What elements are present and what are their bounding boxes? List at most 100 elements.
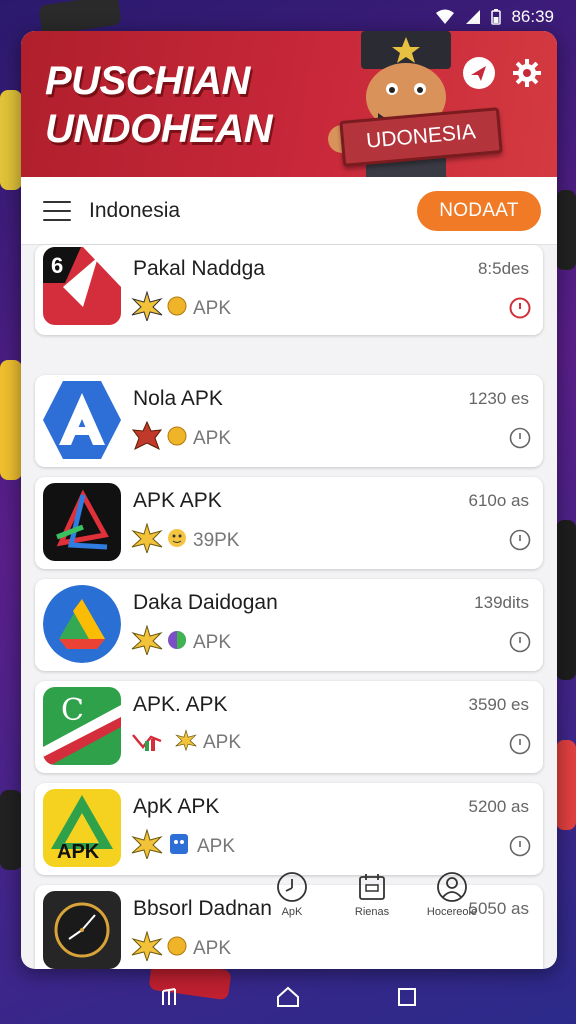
app-subtitle: APK <box>131 624 232 660</box>
tab-rienas[interactable]: Rienas <box>337 871 407 931</box>
banner-title-line1: PUSCHIAN <box>45 59 250 103</box>
app-size: 5200 as <box>468 797 530 816</box>
globe-icon <box>167 630 187 655</box>
app-name: APK APK <box>133 489 222 512</box>
square-icon <box>397 988 416 1006</box>
badge-chart-icon <box>131 727 171 758</box>
badge-star-icon <box>131 624 163 660</box>
clock-icon[interactable] <box>509 631 531 653</box>
alert-clock-icon[interactable] <box>509 297 531 319</box>
tab-hocereole[interactable]: Hocereole <box>417 871 487 931</box>
system-navigation-bar <box>0 970 576 1024</box>
background-card <box>556 740 576 830</box>
home-icon <box>276 986 299 1007</box>
clock-icon[interactable] <box>509 835 531 857</box>
banner-title-line2: UNDOHEAN <box>45 107 273 151</box>
tab-label: Rienas <box>354 906 390 918</box>
app-type: APK <box>193 937 232 959</box>
tab-label: Hocereole <box>426 906 478 918</box>
app-icon-apk-c: C <box>43 687 121 765</box>
list-item[interactable]: 6 Pakal Naddga APK 8:5des <box>35 245 543 335</box>
app-window: PUSCHIAN UNDOHEAN UDONESIA Indonesia NOD… <box>21 31 557 969</box>
signal-icon <box>465 9 481 25</box>
app-name: Pakal Naddga <box>133 257 265 280</box>
app-type: APK <box>197 835 236 857</box>
battery-icon <box>491 9 502 25</box>
badge-star-icon <box>131 930 163 966</box>
tab-apk[interactable]: ApK <box>257 871 327 931</box>
app-icon-apk-yellow: APK <box>43 789 121 867</box>
app-subtitle: 39PK <box>131 522 240 558</box>
app-subtitle: APK <box>131 290 232 326</box>
app-size: 610o as <box>468 491 530 510</box>
badge-burst-icon <box>131 290 163 326</box>
list-item[interactable]: APK APK 39PK 610o as <box>35 477 543 569</box>
app-icon-apk <box>43 483 121 561</box>
app-icon-text: APK <box>57 841 100 863</box>
app-size: 3590 es <box>468 695 530 714</box>
bottom-tab-bar: ApK Rienas Hocereole <box>257 871 487 931</box>
app-icon-bbsorl <box>43 891 121 969</box>
background-card <box>0 790 22 870</box>
app-type: APK <box>193 297 232 319</box>
app-name: APK. APK <box>133 693 228 716</box>
list-item[interactable]: Daka Daidogan APK 139dits <box>35 579 543 671</box>
region-label[interactable]: Indonesia <box>89 199 180 223</box>
app-subtitle: APK <box>131 727 241 758</box>
clock-icon[interactable] <box>509 427 531 449</box>
download-button[interactable]: NODAAT <box>417 191 541 231</box>
app-name: ApK APK <box>133 795 220 818</box>
app-type: APK <box>203 731 242 753</box>
app-icon-nola <box>43 381 121 459</box>
tab-label: ApK <box>281 906 303 918</box>
calendar-icon <box>359 874 385 900</box>
app-name: Daka Daidogan <box>133 591 278 614</box>
app-size: 1230 es <box>468 389 530 408</box>
clock-icon[interactable] <box>509 733 531 755</box>
app-icon-number: 6 <box>51 253 64 278</box>
background-card <box>0 360 22 480</box>
settings-gear-icon[interactable] <box>509 55 545 91</box>
banner-title: PUSCHIAN UNDOHEAN <box>45 57 335 153</box>
toolbar: Indonesia NODAAT <box>21 177 557 245</box>
app-subtitle: APK <box>131 930 232 966</box>
share-icon[interactable] <box>461 55 497 91</box>
badge-leaf-icon <box>131 420 163 456</box>
recent-apps-button[interactable] <box>149 977 189 1017</box>
list-item[interactable]: C APK. APK APK 3590 es <box>35 681 543 773</box>
app-type: 39PK <box>193 529 240 551</box>
coin-icon <box>167 426 187 451</box>
app-icon-daka <box>43 585 121 663</box>
robot-icon <box>167 831 191 862</box>
profile-icon <box>437 872 467 902</box>
app-type: APK <box>193 427 232 449</box>
home-button[interactable] <box>268 977 308 1017</box>
list-item[interactable]: APK ApK APK APK 5200 as <box>35 783 543 875</box>
background-card <box>556 190 576 270</box>
status-bar: 86:39 <box>0 0 576 34</box>
background-card <box>556 520 576 680</box>
wifi-icon <box>435 9 455 25</box>
app-icon-letter: C <box>61 693 84 728</box>
clock-icon[interactable] <box>509 529 531 551</box>
app-subtitle: APK <box>131 828 236 864</box>
recents-icon <box>162 988 177 1005</box>
app-icon-pakal: 6 <box>43 247 121 325</box>
app-size: 8:5des <box>477 259 529 278</box>
app-name: Nola APK <box>133 387 223 410</box>
background-card <box>0 90 22 190</box>
status-time: 86:39 <box>511 7 554 26</box>
clock-icon <box>277 872 307 902</box>
badge-star-icon <box>131 522 163 558</box>
app-subtitle: APK <box>131 420 232 456</box>
badge-star-icon <box>175 729 197 756</box>
coin-icon <box>167 936 187 961</box>
list-item[interactable]: Nola APK APK 1230 es <box>35 375 543 467</box>
back-button[interactable] <box>387 977 427 1017</box>
app-type: APK <box>193 631 232 653</box>
coin-icon <box>167 296 187 321</box>
hamburger-menu-icon[interactable] <box>43 200 71 221</box>
app-size: 139dits <box>474 593 529 612</box>
emoji-icon <box>167 528 187 553</box>
app-name: Bbsorl Dadnan <box>133 897 272 920</box>
